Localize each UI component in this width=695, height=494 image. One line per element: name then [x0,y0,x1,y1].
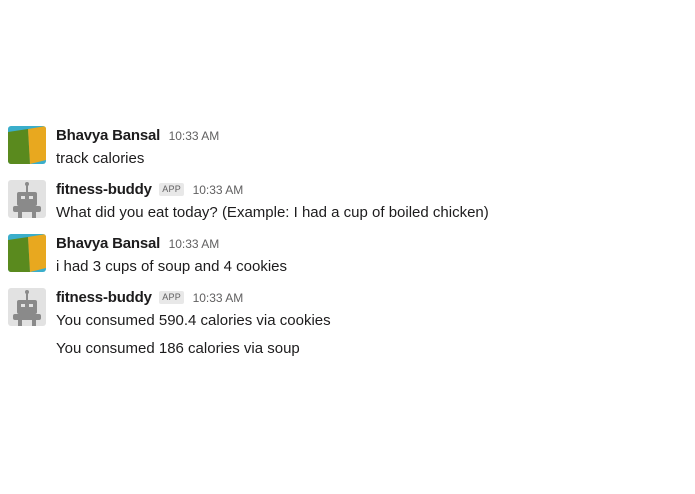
user-avatar-icon [8,126,46,164]
message-text: track calories [56,150,145,167]
app-badge: APP [159,291,185,304]
message-text: You consumed 186 calories via soup [56,340,300,357]
chat-message-list: Bhavya Bansal 10:33 AM track calories fi… [0,0,695,494]
user-avatar-icon [8,234,46,272]
sender-name[interactable]: fitness-buddy [56,181,152,198]
bot-avatar[interactable] [8,180,46,218]
sender-name[interactable]: Bhavya Bansal [56,127,160,144]
user-avatar[interactable] [8,126,46,164]
app-badge: APP [159,183,185,196]
message-timestamp[interactable]: 10:33 AM [169,129,220,143]
message-timestamp[interactable]: 10:33 AM [193,183,244,197]
robot-icon [8,288,46,326]
robot-icon [8,180,46,218]
sender-name[interactable]: fitness-buddy [56,289,152,306]
user-avatar[interactable] [8,234,46,272]
message-timestamp[interactable]: 10:33 AM [169,237,220,251]
sender-name[interactable]: Bhavya Bansal [56,235,160,252]
message-text: i had 3 cups of soup and 4 cookies [56,258,287,275]
message-timestamp[interactable]: 10:33 AM [193,291,244,305]
message-text: You consumed 590.4 calories via cookies [56,312,331,329]
bot-avatar[interactable] [8,288,46,326]
message-text: What did you eat today? (Example: I had … [56,204,489,221]
